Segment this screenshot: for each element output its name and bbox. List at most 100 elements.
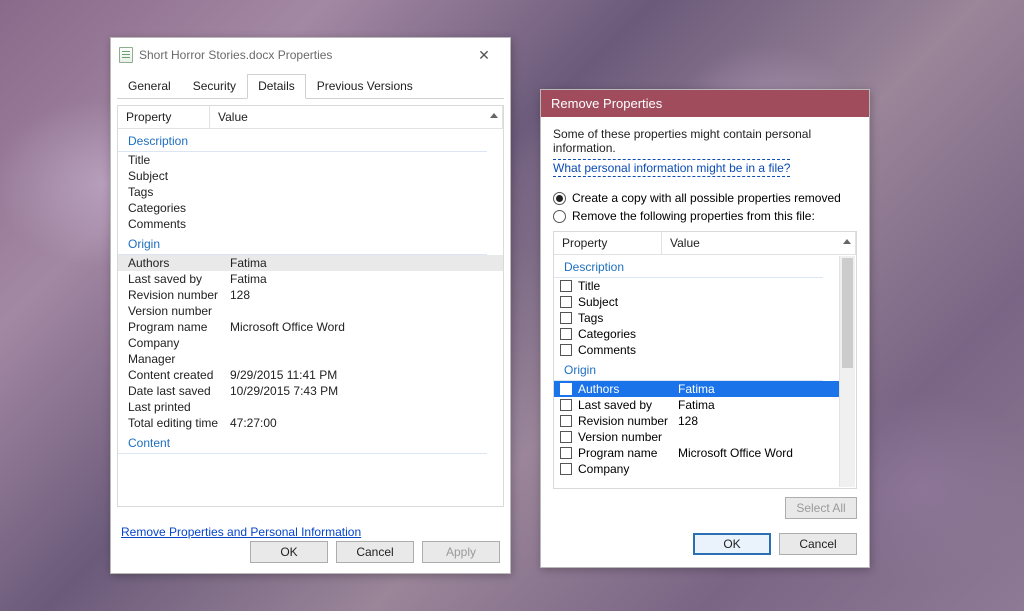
prop-label: Authors	[578, 382, 678, 396]
checkbox[interactable]	[560, 399, 572, 411]
table-row[interactable]: Categories	[554, 326, 839, 342]
scrollbar-thumb[interactable]	[842, 258, 853, 368]
radio-create-copy[interactable]: Create a copy with all possible properti…	[553, 191, 857, 205]
prop-label: Version number	[578, 430, 678, 444]
table-row[interactable]: Manager	[118, 351, 503, 367]
table-row[interactable]: AuthorsFatima	[118, 255, 503, 271]
prop-label: Tags	[578, 311, 678, 325]
column-value-header[interactable]: Value	[210, 106, 503, 128]
select-all-button: Select All	[785, 497, 857, 519]
radio-remove-from-file[interactable]: Remove the following properties from thi…	[553, 209, 857, 223]
remove-properties-dialog: Remove Properties Some of these properti…	[540, 89, 870, 568]
prop-value: Microsoft Office Word	[678, 446, 835, 460]
prop-label: Last saved by	[578, 398, 678, 412]
table-row[interactable]: Last saved byFatima	[118, 271, 503, 287]
radio-label: Create a copy with all possible properti…	[572, 191, 841, 205]
column-value-header[interactable]: Value	[662, 232, 856, 254]
table-row[interactable]: Tags	[118, 184, 503, 200]
cancel-button[interactable]: Cancel	[336, 541, 414, 563]
prop-label: Program name	[578, 446, 678, 460]
table-row[interactable]: Tags	[554, 310, 839, 326]
table-row[interactable]: Subject	[554, 294, 839, 310]
tab-details[interactable]: Details	[247, 74, 306, 99]
prop-value: Fatima	[230, 272, 495, 286]
radio-icon	[553, 192, 566, 205]
column-headers: Property Value	[554, 232, 856, 255]
dialog-title: Short Horror Stories.docx Properties	[139, 48, 332, 62]
prop-label: Authors	[128, 256, 230, 270]
table-row[interactable]: Categories	[118, 200, 503, 216]
checkbox[interactable]	[560, 415, 572, 427]
checkbox[interactable]	[560, 312, 572, 324]
prop-label: Version number	[128, 304, 230, 318]
table-row[interactable]: Title	[554, 278, 839, 294]
tab-previous-versions[interactable]: Previous Versions	[306, 74, 424, 99]
checkbox[interactable]	[560, 296, 572, 308]
table-row[interactable]: Total editing time47:27:00	[118, 415, 503, 431]
checkbox[interactable]	[560, 431, 572, 443]
prop-value: Fatima	[230, 256, 495, 270]
info-link[interactable]: What personal information might be in a …	[553, 159, 790, 177]
prop-label: Revision number	[578, 414, 678, 428]
ok-button[interactable]: OK	[250, 541, 328, 563]
prop-label: Date last saved	[128, 384, 230, 398]
column-property-header[interactable]: Property	[118, 106, 210, 128]
dialog-title: Remove Properties	[541, 90, 869, 117]
table-row[interactable]: Content created9/29/2015 11:41 PM	[118, 367, 503, 383]
properties-rows[interactable]: Description TitleSubjectTagsCategoriesCo…	[554, 255, 856, 488]
scrollbar[interactable]	[839, 256, 855, 487]
prop-value: 128	[230, 288, 495, 302]
cancel-button[interactable]: Cancel	[779, 533, 857, 555]
scroll-up-icon[interactable]	[487, 108, 501, 122]
prop-label: Company	[578, 462, 678, 476]
prop-value: 9/29/2015 11:41 PM	[230, 368, 495, 382]
prop-value: 47:27:00	[230, 416, 495, 430]
table-row[interactable]: Revision number128	[554, 413, 839, 429]
properties-panel: Property Value Description TitleSubjectT…	[553, 231, 857, 489]
prop-label: Last printed	[128, 400, 230, 414]
checkbox[interactable]	[560, 328, 572, 340]
table-row[interactable]: Comments	[118, 216, 503, 232]
column-property-header[interactable]: Property	[554, 232, 662, 254]
document-icon	[119, 47, 133, 63]
table-row[interactable]: Last printed	[118, 399, 503, 415]
section-origin: Origin	[118, 234, 487, 255]
table-row[interactable]: Revision number128	[118, 287, 503, 303]
section-content: Content	[118, 433, 487, 454]
checkbox[interactable]	[560, 383, 572, 395]
checkbox[interactable]	[560, 344, 572, 356]
prop-label: Title	[128, 153, 230, 167]
table-row[interactable]: Version number	[118, 303, 503, 319]
table-row[interactable]: Program nameMicrosoft Office Word	[554, 445, 839, 461]
tab-general[interactable]: General	[117, 74, 182, 99]
close-button[interactable]: ✕	[466, 44, 502, 66]
table-row[interactable]: Date last saved10/29/2015 7:43 PM	[118, 383, 503, 399]
table-row[interactable]: Version number	[554, 429, 839, 445]
table-row[interactable]: Company	[118, 335, 503, 351]
tabstrip: General Security Details Previous Versio…	[117, 73, 504, 99]
prop-label: Comments	[128, 217, 230, 231]
remove-properties-link[interactable]: Remove Properties and Personal Informati…	[121, 525, 361, 539]
table-row[interactable]: Title	[118, 152, 503, 168]
prop-label: Title	[578, 279, 678, 293]
checkbox[interactable]	[560, 280, 572, 292]
apply-button: Apply	[422, 541, 500, 563]
prop-value: 10/29/2015 7:43 PM	[230, 384, 495, 398]
table-row[interactable]: Program nameMicrosoft Office Word	[118, 319, 503, 335]
table-row[interactable]: Last saved byFatima	[554, 397, 839, 413]
prop-label: Manager	[128, 352, 230, 366]
prop-label: Subject	[578, 295, 678, 309]
checkbox[interactable]	[560, 447, 572, 459]
section-description: Description	[118, 131, 487, 152]
checkbox[interactable]	[560, 463, 572, 475]
table-row[interactable]: Comments	[554, 342, 839, 358]
prop-label: Total editing time	[128, 416, 230, 430]
ok-button[interactable]: OK	[693, 533, 771, 555]
table-row[interactable]: Company	[554, 461, 839, 477]
file-properties-dialog: Short Horror Stories.docx Properties ✕ G…	[110, 37, 511, 574]
table-row[interactable]: Subject	[118, 168, 503, 184]
tab-security[interactable]: Security	[182, 74, 247, 99]
details-rows[interactable]: Description Title Subject Tags Categorie…	[118, 129, 503, 506]
scroll-up-icon[interactable]	[840, 234, 854, 248]
table-row[interactable]: AuthorsFatima	[554, 381, 839, 397]
